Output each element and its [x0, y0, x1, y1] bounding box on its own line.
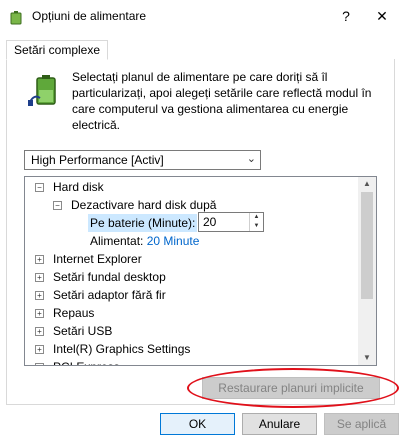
expand-icon[interactable]: + — [35, 309, 44, 318]
on-battery-label: Pe baterie (Minute): — [90, 216, 196, 230]
spinner-down-icon[interactable]: ▼ — [250, 222, 263, 231]
tree-item-label: Setări fundal desktop — [53, 270, 166, 284]
expand-icon[interactable]: + — [35, 327, 44, 336]
expand-icon[interactable]: + — [35, 291, 44, 300]
collapse-icon[interactable]: − — [53, 201, 62, 210]
power-options-icon — [8, 10, 24, 26]
collapse-icon[interactable]: − — [35, 183, 44, 192]
scrollbar-thumb[interactable] — [361, 192, 373, 299]
tree-item-label: Repaus — [53, 306, 95, 320]
expand-icon[interactable]: + — [35, 363, 44, 365]
scroll-up-icon[interactable]: ▲ — [358, 177, 376, 191]
tree-item-label: Hard disk — [53, 180, 104, 194]
tree-item-label: Setări adaptor fără fir — [53, 288, 166, 302]
tree-item-label: Internet Explorer — [53, 252, 142, 266]
tree-item-label: Setări USB — [53, 324, 113, 338]
tree-item-label: Intel(R) Graphics Settings — [53, 342, 191, 356]
on-battery-minutes-spinner[interactable]: 20 ▲ ▼ — [198, 212, 264, 232]
scroll-down-icon[interactable]: ▼ — [358, 351, 376, 365]
cancel-button[interactable]: Anulare — [242, 413, 317, 435]
power-plan-dropdown[interactable]: High Performance [Activ] ⌄ — [24, 150, 261, 170]
description-text: Selectați planul de alimentare pe care d… — [72, 70, 372, 132]
spinner-arrows: ▲ ▼ — [249, 213, 263, 231]
annotation-oval — [187, 368, 399, 408]
tree-item-on-battery[interactable]: Pe baterie (Minute): — [88, 214, 198, 232]
tree-item-plugged-in[interactable]: Alimentat: 20 Minute — [90, 232, 199, 250]
battery-icon — [28, 72, 64, 108]
tree-item-label: PCI Express — [53, 358, 120, 365]
power-plan-selected: High Performance [Activ] — [31, 153, 164, 167]
plugged-in-label: Alimentat: — [90, 234, 144, 248]
chevron-down-icon: ⌄ — [246, 153, 256, 165]
spinner-up-icon[interactable]: ▲ — [250, 213, 263, 222]
on-battery-minutes-value[interactable]: 20 — [203, 215, 216, 229]
help-button[interactable]: ? — [336, 6, 356, 26]
close-button[interactable]: ✕ — [372, 6, 392, 26]
expand-icon[interactable]: + — [35, 255, 44, 264]
window-title: Opțiuni de alimentare — [32, 9, 147, 23]
settings-tree: − Hard disk − Dezactivare hard disk după… — [24, 176, 377, 366]
expand-icon[interactable]: + — [35, 273, 44, 282]
apply-button[interactable]: Se aplică — [324, 413, 399, 435]
ok-button[interactable]: OK — [160, 413, 235, 435]
plugged-in-value[interactable]: 20 Minute — [147, 234, 200, 248]
tree-item-label: Dezactivare hard disk după — [71, 198, 217, 212]
tab-advanced-settings[interactable]: Setări complexe — [6, 40, 108, 60]
expand-icon[interactable]: + — [35, 345, 44, 354]
